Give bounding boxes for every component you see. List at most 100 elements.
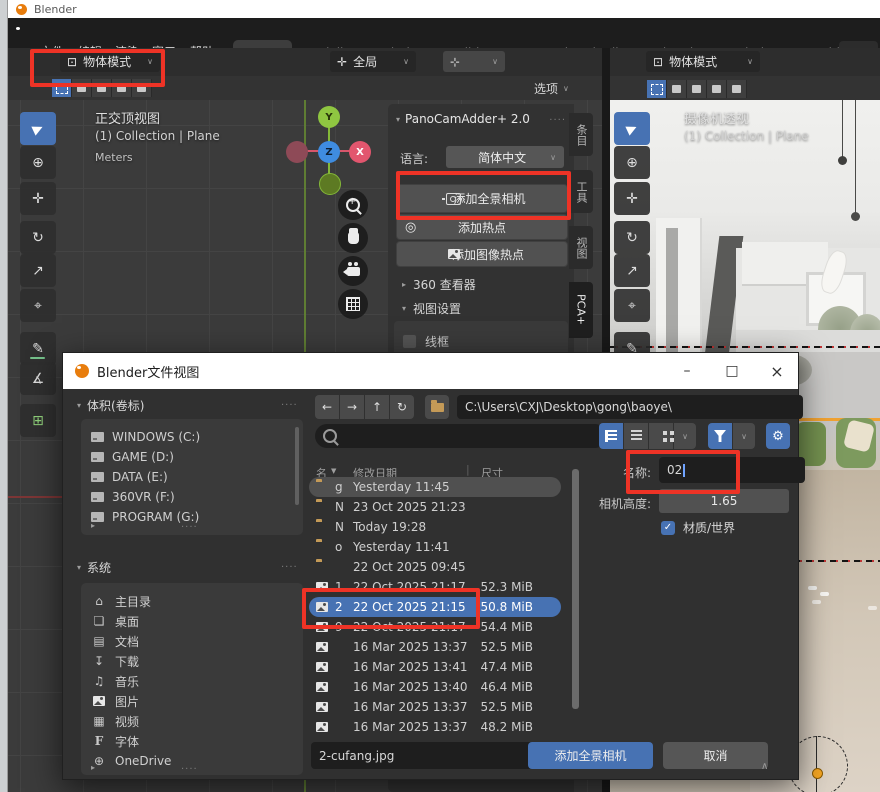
- volume-item[interactable]: 360VR (F:): [91, 487, 291, 507]
- file-list-scrollbar[interactable]: [572, 469, 579, 709]
- orientation-dropdown[interactable]: ✛ 全局 ∨: [330, 51, 416, 72]
- add-cube-tool-button[interactable]: ⊞: [20, 404, 56, 437]
- close-button[interactable]: ×: [765, 359, 789, 383]
- file-row[interactable]: 16 Mar 2025 13:3752.5 MiB: [309, 637, 561, 657]
- new-folder-button[interactable]: [425, 395, 449, 419]
- system-item-downloads[interactable]: ↧下载: [91, 651, 291, 671]
- gizmo-y-ball[interactable]: Y: [318, 106, 340, 128]
- system-item-videos[interactable]: ▦视频: [91, 711, 291, 731]
- select-mode-subtract-button[interactable]: [687, 80, 707, 98]
- annotate-tool-button[interactable]: ✎: [20, 332, 56, 365]
- path-field[interactable]: C:\Users\CXJ\Desktop\gong\baoye\: [457, 395, 803, 419]
- toggle-grid-button[interactable]: [338, 289, 368, 319]
- scrollbar[interactable]: [295, 427, 299, 505]
- cursor-tool-button[interactable]: ⊕: [20, 146, 56, 179]
- expand-up-icon[interactable]: ∧: [761, 761, 768, 772]
- view-detailed-list-button[interactable]: [624, 423, 648, 449]
- system-section-header[interactable]: ▾ 系统: [77, 559, 111, 576]
- wireframe-checkbox[interactable]: [402, 334, 417, 349]
- snap-target-dropdown[interactable]: ⊹ ∨: [443, 51, 505, 72]
- drag-dots[interactable]: [181, 519, 198, 533]
- file-row[interactable]: 16 Mar 2025 13:4046.4 MiB: [309, 677, 561, 697]
- file-row[interactable]: 16 Mar 2025 13:4147.4 MiB: [309, 657, 561, 677]
- drag-dots[interactable]: [281, 559, 298, 573]
- dialog-title-bar[interactable]: Blender文件视图 – □ ×: [63, 353, 798, 389]
- select-mode-new-button[interactable]: [647, 80, 667, 98]
- cursor-tool-button[interactable]: ⊕: [614, 146, 650, 179]
- move-tool-button[interactable]: ✛: [614, 182, 650, 215]
- volume-item[interactable]: WINDOWS (C:): [91, 427, 291, 447]
- refresh-button[interactable]: ↻: [390, 395, 414, 419]
- expand-icon[interactable]: ▸: [91, 521, 95, 530]
- gizmo-neg-y-ball[interactable]: [319, 173, 341, 195]
- file-row[interactable]: 16 Mar 2025 13:3752.5 MiB: [309, 697, 561, 717]
- zoom-button[interactable]: [338, 190, 368, 220]
- sidebar-tab-view[interactable]: 视图: [569, 226, 593, 269]
- sidebar-tab-tool[interactable]: 工具: [569, 170, 593, 213]
- filter-options-dropdown[interactable]: ∨: [733, 423, 755, 449]
- transform-tool-button[interactable]: ⌖: [20, 289, 56, 322]
- gizmo-x-ball[interactable]: X: [349, 141, 371, 163]
- view-vertical-list-button[interactable]: [599, 423, 623, 449]
- search-input[interactable]: [315, 424, 607, 448]
- options-dropdown[interactable]: 选项∨: [534, 80, 569, 97]
- material-world-checkbox-row[interactable]: ✓ 材质/世界: [661, 519, 735, 536]
- section-360-viewer[interactable]: ▸ 360 查看器: [402, 276, 476, 293]
- system-item-documents[interactable]: ▤文档: [91, 631, 291, 651]
- select-box-tool-button[interactable]: [614, 112, 650, 145]
- cancel-button[interactable]: 取消: [663, 742, 768, 769]
- drag-dots[interactable]: [181, 761, 198, 775]
- select-mode-intersect-button[interactable]: [727, 80, 747, 98]
- system-item-music[interactable]: ♫音乐: [91, 671, 291, 691]
- file-row[interactable]: 22 Oct 2025 09:45: [309, 557, 561, 577]
- forward-button[interactable]: →: [340, 395, 364, 419]
- sidebar-tab-item[interactable]: 条目: [569, 113, 593, 156]
- sidebar-tab-pca[interactable]: PCA+: [569, 282, 593, 338]
- panel-header[interactable]: ▾ PanoCamAdder+ 2.0: [396, 112, 566, 126]
- minimize-button[interactable]: –: [675, 359, 699, 383]
- select-box-tool-button[interactable]: [20, 112, 56, 145]
- system-item-desktop[interactable]: ❏桌面: [91, 611, 291, 631]
- expand-icon[interactable]: ▸: [91, 763, 95, 772]
- scale-tool-button[interactable]: ↗: [20, 254, 56, 287]
- transform-tool-button[interactable]: ⌖: [614, 289, 650, 322]
- volume-item[interactable]: GAME (D:): [91, 447, 291, 467]
- system-item-pictures[interactable]: 图片: [91, 691, 291, 711]
- select-mode-invert-button[interactable]: [707, 80, 727, 98]
- file-row[interactable]: 16 Mar 2025 13:3748.2 MiB: [309, 717, 561, 737]
- rotate-tool-button[interactable]: ↻: [20, 221, 56, 254]
- section-view-settings[interactable]: ▾ 视图设置: [402, 300, 461, 317]
- camera-view-button[interactable]: [338, 256, 368, 286]
- filename-input[interactable]: 2-cufang.jpg: [311, 742, 535, 769]
- measure-tool-button[interactable]: ∡: [20, 362, 56, 395]
- move-tool-button[interactable]: ✛: [20, 182, 56, 215]
- up-button[interactable]: ↑: [365, 395, 389, 419]
- material-world-checkbox[interactable]: ✓: [661, 521, 675, 535]
- rotate-tool-button[interactable]: ↻: [614, 221, 650, 254]
- scale-tool-button[interactable]: ↗: [614, 254, 650, 287]
- filter-button[interactable]: [708, 423, 732, 449]
- gizmo-z-ball[interactable]: Z: [318, 141, 340, 163]
- file-row[interactable]: oYesterday 11:41: [309, 537, 561, 557]
- file-row[interactable]: N23 Oct 2025 21:23: [309, 497, 561, 517]
- volumes-section-header[interactable]: ▾ 体积(卷标): [77, 397, 144, 414]
- system-item-fonts[interactable]: F字体: [91, 731, 291, 751]
- confirm-add-pano-camera-button[interactable]: 添加全景相机: [528, 742, 653, 769]
- drag-dots[interactable]: [549, 112, 566, 126]
- system-item-home[interactable]: ⌂主目录: [91, 591, 291, 611]
- file-row[interactable]: NToday 19:28: [309, 517, 561, 537]
- pan-button[interactable]: [338, 223, 368, 253]
- mode-dropdown-right[interactable]: ⊡ 物体模式 ∨: [646, 51, 760, 72]
- file-row[interactable]: gYesterday 11:45: [309, 477, 561, 497]
- drag-dots[interactable]: [281, 397, 298, 411]
- view-options-dropdown[interactable]: ∨: [674, 423, 696, 449]
- settings-gear-button[interactable]: ⚙: [766, 423, 790, 449]
- view-thumbnails-button[interactable]: [649, 423, 673, 449]
- add-image-hotspot-button[interactable]: 添加图像热点: [396, 241, 568, 267]
- back-button[interactable]: ←: [315, 395, 339, 419]
- maximize-button[interactable]: □: [720, 359, 744, 383]
- select-mode-extend-button[interactable]: [667, 80, 687, 98]
- origin-point[interactable]: [812, 768, 823, 779]
- volume-item[interactable]: DATA (E:): [91, 467, 291, 487]
- language-dropdown[interactable]: 简体中文 ∨: [446, 146, 564, 168]
